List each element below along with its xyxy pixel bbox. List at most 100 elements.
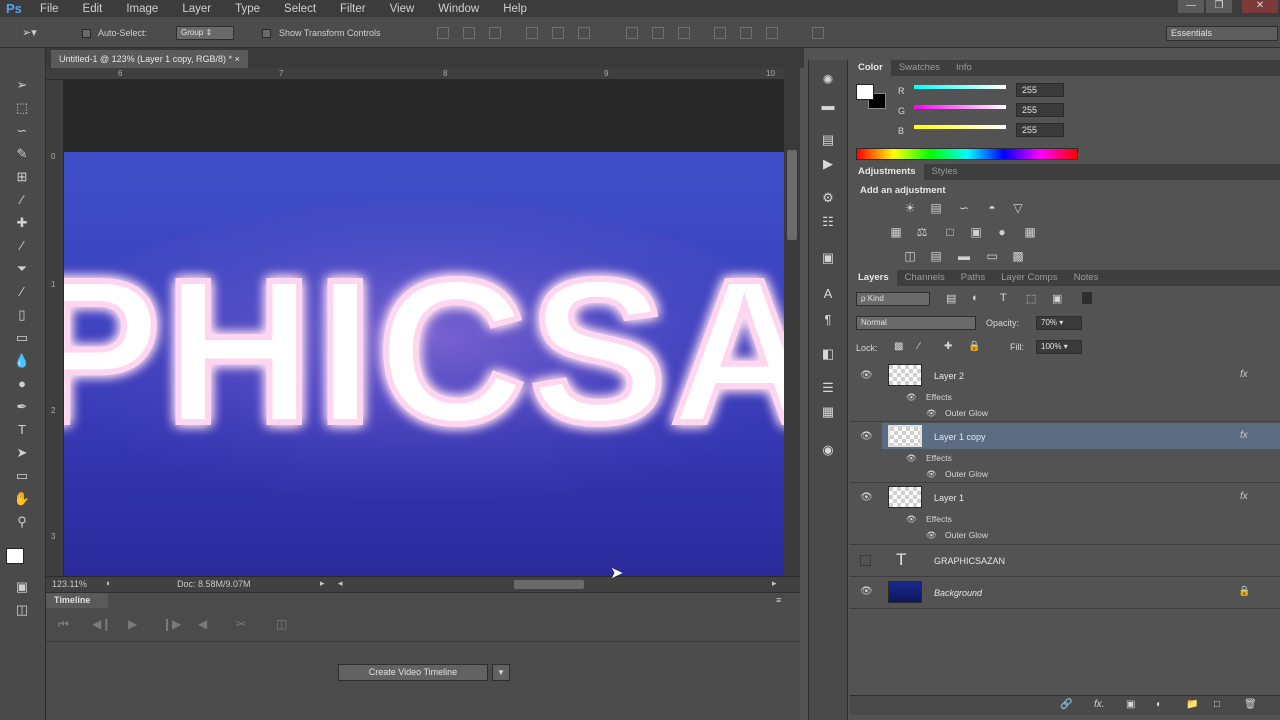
layer-effects-fx-icon[interactable]: fx xyxy=(1240,369,1248,380)
layer-row[interactable]: 👁 Layer 1 fx 👁 Effects 👁 Outer Glow xyxy=(850,484,1280,545)
menu-edit[interactable]: Edit xyxy=(83,3,103,15)
hue-saturation-icon[interactable]: ▦ xyxy=(888,225,904,239)
play-icon[interactable]: ▶ xyxy=(128,617,137,631)
crop-tool-icon[interactable]: ⊞ xyxy=(11,168,33,186)
split-icon[interactable]: ✂ xyxy=(236,617,246,631)
eyedropper-tool-icon[interactable]: ∕ xyxy=(11,191,33,209)
lasso-tool-icon[interactable]: ∽ xyxy=(11,122,33,140)
fill-field[interactable]: 100% ▾ xyxy=(1036,340,1082,354)
menu-select[interactable]: Select xyxy=(284,3,316,15)
horizontal-scroll-thumb[interactable] xyxy=(514,580,584,589)
lock-position-icon[interactable]: ✚ xyxy=(944,341,952,352)
measurement-icon[interactable]: ◉ xyxy=(818,440,838,460)
filter-shape-icon[interactable]: ⬚ xyxy=(1026,292,1036,305)
effects-eye-icon[interactable]: 👁 xyxy=(906,392,917,403)
layer-row[interactable]: T GRAPHICSAZAN xyxy=(850,546,1280,577)
next-frame-icon[interactable]: ❙▶ xyxy=(162,617,181,631)
filter-toggle[interactable] xyxy=(1082,292,1092,304)
blend-mode-dropdown[interactable]: Normal xyxy=(856,316,976,330)
clone-stamp-tool-icon[interactable]: ⏷ xyxy=(11,260,33,278)
workspace-switcher[interactable]: Essentials xyxy=(1166,26,1278,41)
menu-help[interactable]: Help xyxy=(503,3,527,15)
layer-row-selected[interactable]: 👁 Layer 1 copy fx 👁 Effects 👁 Outer Glow xyxy=(850,423,1280,483)
layer-row[interactable]: 👁 Layer 2 fx 👁 Effects 👁 Outer Glow xyxy=(850,362,1280,422)
posterize-icon[interactable]: ▤ xyxy=(928,249,944,263)
distribute-right-icon[interactable] xyxy=(766,27,778,39)
path-selection-tool-icon[interactable]: ➤ xyxy=(11,444,33,462)
delete-layer-icon[interactable]: 🗑 xyxy=(1244,699,1257,710)
transition-icon[interactable]: ◫ xyxy=(276,617,287,631)
align-hcenter-icon[interactable] xyxy=(552,27,564,39)
clone-source-icon[interactable]: ☷ xyxy=(818,212,838,232)
menu-filter[interactable]: Filter xyxy=(340,3,366,15)
marquee-tool-icon[interactable]: ⬚ xyxy=(11,99,33,117)
properties-icon[interactable]: ▦ xyxy=(818,402,838,422)
brightness-contrast-icon[interactable]: ☀ xyxy=(902,201,918,215)
auto-select-dropdown[interactable]: Group ⇕ xyxy=(176,26,234,40)
menu-layer[interactable]: Layer xyxy=(182,3,211,15)
distribute-left-icon[interactable] xyxy=(714,27,726,39)
visibility-eye-icon[interactable]: 👁 xyxy=(860,370,874,381)
lock-image-icon[interactable]: ∕ xyxy=(918,341,920,352)
color-balance-icon[interactable]: ⚖ xyxy=(914,225,930,239)
green-slider[interactable] xyxy=(914,105,1006,109)
new-adjustment-icon[interactable]: ◐ xyxy=(1156,699,1162,710)
history-icon[interactable]: ✺ xyxy=(818,70,838,90)
filter-pixel-icon[interactable]: ▤ xyxy=(946,292,956,305)
layer-comps-icon[interactable]: ☰ xyxy=(818,378,838,398)
visibility-eye-icon[interactable]: 👁 xyxy=(860,431,874,442)
paragraph-icon[interactable]: ¶ xyxy=(818,310,838,330)
play-action-icon[interactable]: ▶ xyxy=(818,154,838,174)
opacity-field[interactable]: 70% ▾ xyxy=(1036,316,1082,330)
effects-eye-icon[interactable]: 👁 xyxy=(906,514,917,525)
color-panel-foreground-swatch[interactable] xyxy=(856,84,874,100)
filter-smart-object-icon[interactable]: ▣ xyxy=(1052,292,1062,305)
brush-tool-icon[interactable]: ∕ xyxy=(11,237,33,255)
menu-type[interactable]: Type xyxy=(235,3,260,15)
layer-effects-fx-icon[interactable]: fx xyxy=(1240,430,1248,441)
align-vcenter-icon[interactable] xyxy=(463,27,475,39)
tab-color[interactable]: Color xyxy=(850,60,891,76)
dodge-tool-icon[interactable]: ● xyxy=(11,375,33,393)
align-bottom-icon[interactable] xyxy=(489,27,501,39)
move-tool-preset-icon[interactable]: ➢▾ xyxy=(22,26,37,39)
effect-eye-icon[interactable]: 👁 xyxy=(926,408,937,419)
visibility-hidden-box[interactable] xyxy=(860,555,871,566)
rectangle-tool-icon[interactable]: ▭ xyxy=(11,467,33,485)
photo-filter-icon[interactable]: ▣ xyxy=(968,225,984,239)
add-style-fx-icon[interactable]: fx. xyxy=(1094,699,1105,710)
lock-transparent-icon[interactable]: ▩ xyxy=(894,341,903,352)
actions-icon[interactable]: ▬ xyxy=(818,96,838,116)
menu-file[interactable]: File xyxy=(40,3,59,15)
menu-window[interactable]: Window xyxy=(438,3,479,15)
align-left-icon[interactable] xyxy=(526,27,538,39)
auto-align-icon[interactable] xyxy=(812,27,824,39)
status-arrow-icon[interactable]: ▸ xyxy=(320,578,325,589)
threshold-icon[interactable]: ▬ xyxy=(956,249,972,263)
eraser-tool-icon[interactable]: ▯ xyxy=(11,306,33,324)
tab-info[interactable]: Info xyxy=(948,60,980,76)
scroll-right-icon[interactable]: ▸ xyxy=(772,578,777,589)
visibility-eye-icon[interactable]: 👁 xyxy=(860,586,874,597)
layer-effects-fx-icon[interactable]: fx xyxy=(1240,491,1248,502)
lock-all-icon[interactable]: 🔒 xyxy=(968,341,980,352)
timeline-menu-icon[interactable]: ≡ xyxy=(776,595,781,605)
type-tool-icon[interactable]: T xyxy=(11,421,33,439)
create-video-timeline-button[interactable]: Create Video Timeline xyxy=(338,664,488,681)
scroll-left-icon[interactable]: ◂ xyxy=(338,578,343,589)
levels-icon[interactable]: ▤ xyxy=(928,201,944,215)
new-layer-icon[interactable]: □ xyxy=(1214,699,1220,710)
tab-paths[interactable]: Paths xyxy=(953,270,993,286)
distribute-hcenter-icon[interactable] xyxy=(740,27,752,39)
history-brush-tool-icon[interactable]: ∕ xyxy=(11,283,33,301)
layer-filter-kind[interactable]: ρ Kind xyxy=(856,292,930,306)
first-frame-icon[interactable]: ⏮ xyxy=(58,617,69,632)
zoom-tool-icon[interactable]: ⚲ xyxy=(11,513,33,531)
quick-mask-icon[interactable]: ▣ xyxy=(11,578,33,596)
distribute-bottom-icon[interactable] xyxy=(678,27,690,39)
filter-adjustment-icon[interactable]: ◐ xyxy=(972,292,979,304)
color-spectrum-bar[interactable] xyxy=(856,148,1078,160)
black-white-icon[interactable]: □ xyxy=(942,225,958,239)
quick-selection-tool-icon[interactable]: ✎ xyxy=(11,145,33,163)
minimize-icon[interactable]: — xyxy=(1178,0,1204,13)
